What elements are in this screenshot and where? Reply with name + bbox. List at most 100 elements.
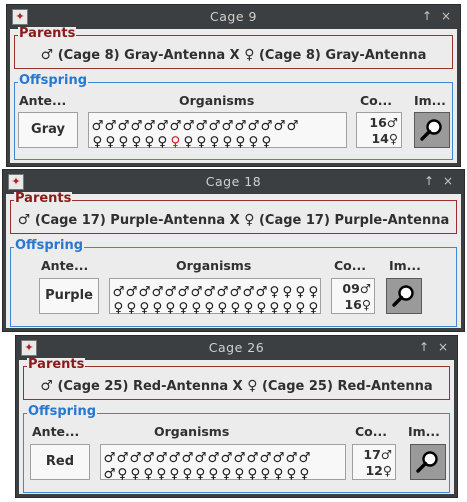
cage-window-3: ✦ Cage 26 ↑ × Parents ♂ (Cage 25) Red-An… xyxy=(15,335,458,498)
female-organism-icon[interactable]: ♀ xyxy=(268,300,281,316)
organisms-cell: ♂♂♂♂♂♂♂♂♂♂♂♂♂♂♂♂ ♀ ♀ ♀ ♀ ♀ ♀ ♀ ♀ ♀ ♀ ♀ ♀ ♀ ♀ xyxy=(88,112,347,150)
female-organism-icon[interactable]: ♀ xyxy=(155,466,168,482)
female-organism-icon[interactable]: ♀ xyxy=(233,466,246,482)
female-organism-icon[interactable]: ♀ xyxy=(142,466,155,482)
female-organism-icon[interactable]: ♀ xyxy=(207,466,220,482)
female-organism-icon[interactable]: ♀ xyxy=(216,300,229,316)
male-organism-icon[interactable]: ♂ xyxy=(273,118,286,134)
female-organism-icon[interactable]: ♀ xyxy=(255,300,268,316)
parents-legend: Parents xyxy=(14,191,73,206)
offspring-legend: Offspring xyxy=(14,238,85,253)
window-title: Cage 18 xyxy=(205,174,262,189)
female-organism-icon[interactable]: ♀ xyxy=(190,300,203,316)
female-organism-icon[interactable]: ♀ xyxy=(285,466,298,482)
column-header-count[interactable]: Co... xyxy=(334,258,366,273)
window-title: Cage 9 xyxy=(210,9,257,24)
organism-row: ♀ ♀ ♀ ♀ ♀ ♀ ♀ ♀ ♀ ♀ ♀ ♀ ♀ ♀ ♀ ♀ xyxy=(112,297,320,316)
column-header-count[interactable]: Co... xyxy=(355,424,387,439)
offspring-panel: Offspring Ante... Organisms Co... Im... … xyxy=(14,74,453,160)
female-organism-icon[interactable]: ♀ xyxy=(117,134,130,150)
female-count: 16 xyxy=(344,297,362,312)
window-title: Cage 26 xyxy=(208,340,265,355)
count-cell: 17♂ 12♀ xyxy=(352,444,396,480)
window-titlebar[interactable]: ✦ Cage 18 ↑ × xyxy=(3,170,464,194)
parents-panel: Parents ♂ (Cage 25) Red-Antenna X ♀ (Cag… xyxy=(23,358,450,400)
female-organism-icon[interactable]: ♀ xyxy=(272,466,285,482)
female-organism-icon[interactable]: ♀ xyxy=(307,300,320,316)
female-organism-icon[interactable]: ♀ xyxy=(194,466,207,482)
column-header-organisms[interactable]: Organisms xyxy=(154,424,229,439)
magnify-image-button[interactable] xyxy=(386,278,422,314)
female-organism-icon[interactable]: ♀ xyxy=(112,300,125,316)
magnify-image-button[interactable] xyxy=(414,112,450,148)
antenna-value: Gray xyxy=(31,122,65,137)
female-organism-icon[interactable]: ♀ xyxy=(143,134,156,150)
offspring-legend: Offspring xyxy=(18,73,89,88)
antenna-cell: Gray xyxy=(18,112,78,148)
female-organism-icon[interactable]: ♀ xyxy=(298,466,311,482)
female-organism-icon[interactable]: ♀ xyxy=(203,300,216,316)
female-organism-icon[interactable]: ♀ xyxy=(125,300,138,316)
female-organism-icon[interactable]: ♀ xyxy=(294,300,307,316)
female-organism-icon[interactable]: ♀ xyxy=(182,134,195,150)
column-header-image[interactable]: Im... xyxy=(389,258,421,273)
female-organism-icon[interactable]: ♀ xyxy=(138,300,151,316)
female-organism-icon[interactable]: ♀ xyxy=(208,134,221,150)
female-organism-icon[interactable]: ♀ xyxy=(221,134,234,150)
column-header-organisms[interactable]: Organisms xyxy=(179,93,254,108)
female-organism-icon[interactable]: ♀ xyxy=(116,466,129,482)
female-symbol-icon: ♀ xyxy=(247,378,258,394)
female-organism-icon[interactable]: ♀ xyxy=(220,466,233,482)
close-icon[interactable]: × xyxy=(441,173,455,189)
cage-window-1: ✦ Cage 9 ↑ × Parents ♂ (Cage 8) Gray-Ant… xyxy=(6,4,461,167)
male-organism-icon[interactable]: ♂ xyxy=(103,466,116,482)
male-organism-icon[interactable]: ♂ xyxy=(286,118,299,134)
female-organism-icon[interactable]: ♀ xyxy=(91,134,104,150)
close-icon[interactable]: × xyxy=(436,339,450,355)
pin-icon[interactable]: ↑ xyxy=(420,8,434,24)
parent-male-text: (Cage 17) Purple-Antenna X xyxy=(34,213,240,228)
female-organism-icon[interactable]: ♀ xyxy=(281,300,294,316)
female-organism-icon[interactable]: ♀ xyxy=(104,134,117,150)
female-organism-icon[interactable]: ♀ xyxy=(195,134,208,150)
pin-icon[interactable]: ↑ xyxy=(422,173,436,189)
female-organism-icon[interactable]: ♀ xyxy=(151,300,164,316)
male-symbol-icon: ♂ xyxy=(386,115,398,130)
column-header-antenna[interactable]: Ante... xyxy=(32,424,79,439)
female-organism-icon[interactable]: ♀ xyxy=(260,134,273,150)
female-organism-icon[interactable]: ♀ xyxy=(156,134,169,150)
window-content: Parents ♂ (Cage 25) Red-Antenna X ♀ (Cag… xyxy=(19,358,454,494)
male-symbol-icon: ♂ xyxy=(40,378,53,394)
column-header-image[interactable]: Im... xyxy=(414,93,446,108)
female-organism-icon[interactable]: ♀ xyxy=(242,300,255,316)
offspring-legend: Offspring xyxy=(27,404,98,419)
male-symbol-icon: ♂ xyxy=(380,447,392,462)
female-organism-icon[interactable]: ♀ xyxy=(168,466,181,482)
parents-line: ♂ (Cage 17) Purple-Antenna X ♀ (Cage 17)… xyxy=(11,212,456,228)
female-organism-icon[interactable]: ♀ xyxy=(169,134,182,150)
column-header-image[interactable]: Im... xyxy=(408,424,440,439)
pin-icon[interactable]: ↑ xyxy=(417,339,431,355)
organism-row: ♂ ♀ ♀ ♀ ♀ ♀ ♀ ♀ ♀ ♀ ♀ ♀ ♀ ♀ ♀ ♀ xyxy=(103,463,343,482)
female-organism-icon[interactable]: ♀ xyxy=(164,300,177,316)
female-organism-icon[interactable]: ♀ xyxy=(234,134,247,150)
female-organism-icon[interactable]: ♀ xyxy=(181,466,194,482)
column-header-count[interactable]: Co... xyxy=(360,93,392,108)
organism-row: ♂♂♂♂♂♂♂♂♂♂♂♂ ♀ ♀ ♀ ♀ xyxy=(112,281,318,300)
female-organism-icon[interactable]: ♀ xyxy=(246,466,259,482)
female-organism-icon[interactable]: ♀ xyxy=(177,300,190,316)
female-organism-icon[interactable]: ♀ xyxy=(247,134,260,150)
female-organism-icon[interactable]: ♀ xyxy=(259,466,272,482)
female-organism-icon[interactable]: ♀ xyxy=(130,134,143,150)
female-symbol-icon: ♀ xyxy=(382,463,392,478)
count-cell: 09♂ 16♀ xyxy=(331,278,375,314)
female-organism-icon[interactable]: ♀ xyxy=(229,300,242,316)
count-cell: 16♂ 14♀ xyxy=(356,112,402,148)
close-icon[interactable]: × xyxy=(439,8,453,24)
column-header-antenna[interactable]: Ante... xyxy=(41,258,88,273)
antenna-value: Purple xyxy=(45,288,93,303)
magnify-image-button[interactable] xyxy=(410,444,446,480)
female-organism-icon[interactable]: ♀ xyxy=(129,466,142,482)
column-header-organisms[interactable]: Organisms xyxy=(176,258,251,273)
column-header-antenna[interactable]: Ante... xyxy=(19,93,66,108)
